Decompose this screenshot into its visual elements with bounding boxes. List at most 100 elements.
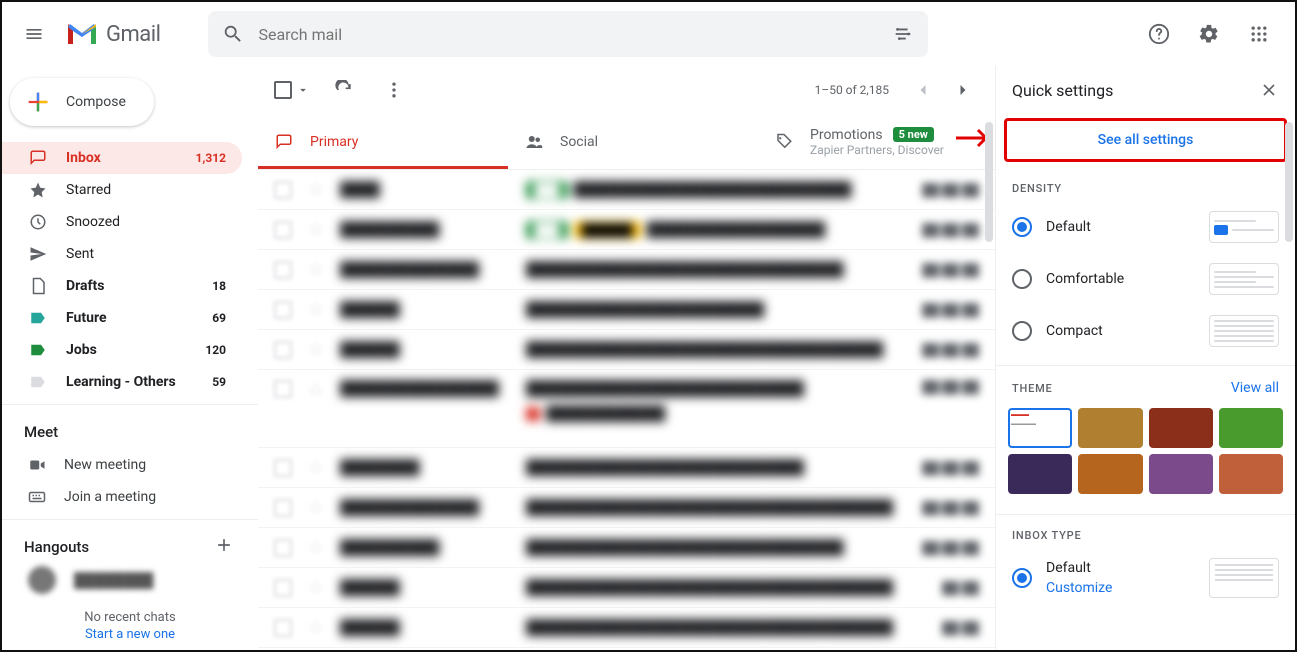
- mail-checkbox[interactable]: [274, 341, 292, 359]
- mail-row[interactable]: ☆ ███████████████████████████████████████…: [258, 608, 995, 648]
- compose-button[interactable]: Compose: [10, 78, 154, 126]
- mail-sender: ████: [340, 181, 510, 198]
- mail-subject: ████████████████████████████████████████…: [526, 619, 893, 636]
- main-menu-button[interactable]: [10, 10, 58, 58]
- select-all-checkbox[interactable]: [274, 81, 292, 99]
- nav-label: Learning - Others: [66, 374, 194, 390]
- mail-row[interactable]: ☆███████████████████████████████████████…: [258, 568, 995, 608]
- mail-row[interactable]: ☆███████████████████████████████████████…: [258, 210, 995, 250]
- mail-row[interactable]: ☆███████████████████████████████████████…: [258, 250, 995, 290]
- theme-tile-7[interactable]: [1219, 454, 1283, 494]
- star-icon[interactable]: ☆: [308, 457, 324, 478]
- search-input[interactable]: [258, 25, 878, 44]
- star-icon[interactable]: ☆: [308, 259, 324, 280]
- mail-checkbox[interactable]: [274, 181, 292, 199]
- mail-row[interactable]: ☆███████████████████████████████████████…: [258, 488, 995, 528]
- apps-button[interactable]: [1237, 12, 1281, 56]
- star-icon[interactable]: ☆: [308, 577, 324, 598]
- star-icon[interactable]: ☆: [308, 537, 324, 558]
- star-icon[interactable]: ☆: [308, 339, 324, 360]
- nav-item-future[interactable]: Future69: [2, 302, 242, 334]
- nav-count: 69: [212, 311, 226, 325]
- nav-label: Inbox: [66, 150, 178, 166]
- mail-row[interactable]: ☆████████████████████████████████:██ ██: [258, 290, 995, 330]
- tab-promotions[interactable]: Promotions5 newZapier Partners, Discover: [758, 114, 1008, 169]
- select-dropdown-icon[interactable]: [296, 83, 310, 97]
- density-section-title: Density: [996, 176, 1295, 201]
- meet-item-join-a-meeting[interactable]: Join a meeting: [2, 481, 258, 513]
- mail-row[interactable]: ☆███████████████████████████████████████…: [258, 330, 995, 370]
- see-all-settings-button[interactable]: See all settings: [1004, 118, 1287, 162]
- page-prev-button[interactable]: [907, 74, 939, 106]
- density-option-compact[interactable]: Compact: [996, 305, 1295, 357]
- star-icon[interactable]: ☆: [308, 219, 324, 240]
- theme-tile-0[interactable]: ▬▬▬▬▬▬▬▬: [1008, 408, 1072, 448]
- nav-item-inbox[interactable]: Inbox1,312: [2, 142, 242, 174]
- radio-icon: [1012, 321, 1032, 341]
- mail-checkbox[interactable]: [274, 539, 292, 557]
- mail-subject: ████████████████████████████: [526, 459, 893, 476]
- theme-tile-6[interactable]: [1149, 454, 1213, 494]
- theme-section-title: Theme: [1012, 382, 1053, 395]
- mail-checkbox[interactable]: [274, 261, 292, 279]
- tab-primary[interactable]: Primary: [258, 114, 508, 169]
- inbox-customize-link[interactable]: Customize: [1046, 580, 1195, 596]
- mail-checkbox[interactable]: [274, 579, 292, 597]
- mail-subject: ████████████████████████████████: [526, 261, 893, 278]
- theme-tile-3[interactable]: [1219, 408, 1283, 448]
- mail-row[interactable]: ☆███████████████████████████████████████…: [258, 528, 995, 568]
- theme-view-all-link[interactable]: View all: [1231, 380, 1279, 396]
- mail-row[interactable]: ☆███████████████████████████████████████…: [258, 370, 995, 448]
- mail-checkbox[interactable]: [274, 221, 292, 239]
- mail-checkbox[interactable]: [274, 459, 292, 477]
- page-next-button[interactable]: [947, 74, 979, 106]
- add-hangout-icon[interactable]: [214, 535, 234, 555]
- star-icon[interactable]: ☆: [308, 497, 324, 518]
- search-bar[interactable]: [208, 11, 928, 57]
- meet-item-new-meeting[interactable]: New meeting: [2, 449, 258, 481]
- star-icon[interactable]: ☆: [308, 299, 324, 320]
- nav-label: Jobs: [66, 342, 187, 358]
- theme-tile-5[interactable]: [1078, 454, 1142, 494]
- menu-icon: [24, 24, 44, 44]
- mail-sender: ██████: [340, 301, 510, 318]
- nav-item-snoozed[interactable]: Snoozed: [2, 206, 242, 238]
- quick-settings-scrollbar[interactable]: [1285, 122, 1293, 242]
- star-icon[interactable]: ☆: [308, 617, 324, 638]
- nav-item-drafts[interactable]: Drafts18: [2, 270, 242, 302]
- meet-item-label: New meeting: [64, 457, 146, 473]
- theme-tile-4[interactable]: [1008, 454, 1072, 494]
- compose-label: Compose: [66, 94, 126, 110]
- star-icon[interactable]: ☆: [308, 380, 324, 401]
- hangouts-user-row[interactable]: ████████: [2, 564, 258, 596]
- nav-item-learning---others[interactable]: Learning - Others59: [2, 366, 242, 398]
- mail-checkbox[interactable]: [274, 301, 292, 319]
- support-button[interactable]: [1137, 12, 1181, 56]
- mail-row[interactable]: ☆█████████████████████████████████████:█…: [258, 170, 995, 210]
- header-icons: [1137, 12, 1287, 56]
- mail-checkbox[interactable]: [274, 619, 292, 637]
- density-option-comfortable[interactable]: Comfortable: [996, 253, 1295, 305]
- gmail-logo[interactable]: Gmail: [66, 22, 160, 47]
- quick-settings-panel: Quick settings See all settings Density …: [995, 66, 1295, 650]
- mail-checkbox[interactable]: [274, 499, 292, 517]
- start-new-chat-link[interactable]: Start a new one: [2, 627, 258, 642]
- mail-checkbox[interactable]: [274, 380, 292, 398]
- settings-button[interactable]: [1187, 12, 1231, 56]
- more-button[interactable]: [378, 74, 410, 106]
- theme-tile-1[interactable]: [1078, 408, 1142, 448]
- mail-scrollbar[interactable]: [985, 122, 993, 242]
- mail-row[interactable]: ☆██████████████████████████████████████:…: [258, 448, 995, 488]
- inbox-type-default-row[interactable]: Default Customize: [996, 548, 1295, 608]
- tab-social[interactable]: Social: [508, 114, 758, 169]
- search-options-icon[interactable]: [892, 23, 914, 45]
- close-quick-settings-button[interactable]: [1259, 80, 1279, 100]
- mail-time: ██:██ ██: [909, 303, 979, 317]
- star-icon[interactable]: ☆: [308, 179, 324, 200]
- density-option-default[interactable]: Default: [996, 201, 1295, 253]
- nav-item-starred[interactable]: Starred: [2, 174, 242, 206]
- theme-tile-2[interactable]: [1149, 408, 1213, 448]
- nav-item-sent[interactable]: Sent: [2, 238, 242, 270]
- refresh-button[interactable]: [328, 74, 360, 106]
- nav-item-jobs[interactable]: Jobs120: [2, 334, 242, 366]
